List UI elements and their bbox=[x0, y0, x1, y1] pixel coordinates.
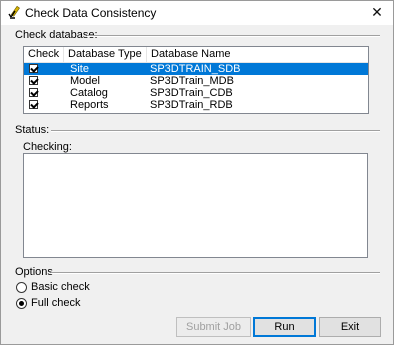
database-list-header: Check Database Type Database Name bbox=[24, 47, 368, 63]
window-title: Check Data Consistency bbox=[25, 6, 157, 20]
table-row[interactable]: Reports SP3DTrain_RDB bbox=[24, 99, 368, 111]
row-checkbox[interactable] bbox=[29, 88, 38, 97]
checking-label: Checking: bbox=[23, 141, 72, 153]
column-header-database-type[interactable]: Database Type bbox=[64, 47, 147, 62]
database-name-cell: SP3DTRAIN_SDB bbox=[150, 63, 241, 75]
database-name-cell: SP3DTrain_MDB bbox=[150, 75, 234, 87]
submit-job-button[interactable]: Submit Job bbox=[176, 317, 251, 337]
database-list[interactable]: Check Database Type Database Name Site S… bbox=[23, 46, 369, 114]
title-bar: Check Data Consistency ✕ bbox=[1, 1, 393, 25]
table-row[interactable]: Model SP3DTrain_MDB bbox=[24, 75, 368, 87]
database-type-cell: Catalog bbox=[70, 87, 108, 99]
check-data-consistency-dialog: Check Data Consistency ✕ Check database:… bbox=[0, 0, 394, 345]
full-check-radio[interactable] bbox=[16, 298, 27, 309]
row-checkbox[interactable] bbox=[29, 64, 38, 73]
close-icon[interactable]: ✕ bbox=[367, 3, 387, 21]
database-type-cell: Site bbox=[70, 63, 89, 75]
run-button[interactable]: Run bbox=[253, 317, 316, 337]
table-row[interactable]: Catalog SP3DTrain_CDB bbox=[24, 87, 368, 99]
options-label: Options bbox=[15, 266, 53, 278]
full-check-label[interactable]: Full check bbox=[31, 297, 81, 309]
column-header-check[interactable]: Check bbox=[24, 47, 64, 62]
check-database-label: Check database: bbox=[15, 29, 98, 41]
pencil-check-icon bbox=[7, 5, 23, 21]
database-type-cell: Model bbox=[70, 75, 100, 87]
row-checkbox[interactable] bbox=[29, 76, 38, 85]
column-header-database-name[interactable]: Database Name bbox=[147, 47, 368, 62]
exit-button[interactable]: Exit bbox=[319, 317, 381, 337]
database-name-cell: SP3DTrain_RDB bbox=[150, 99, 233, 111]
table-row[interactable]: Site SP3DTRAIN_SDB bbox=[24, 63, 368, 75]
database-type-cell: Reports bbox=[70, 99, 109, 111]
check-database-separator bbox=[87, 35, 380, 37]
checking-output[interactable] bbox=[23, 153, 368, 258]
row-checkbox[interactable] bbox=[29, 100, 38, 109]
basic-check-label[interactable]: Basic check bbox=[31, 281, 90, 293]
basic-check-radio[interactable] bbox=[16, 282, 27, 293]
status-separator bbox=[51, 130, 380, 132]
status-label: Status: bbox=[15, 124, 50, 136]
options-separator bbox=[51, 272, 380, 274]
database-name-cell: SP3DTrain_CDB bbox=[150, 87, 233, 99]
